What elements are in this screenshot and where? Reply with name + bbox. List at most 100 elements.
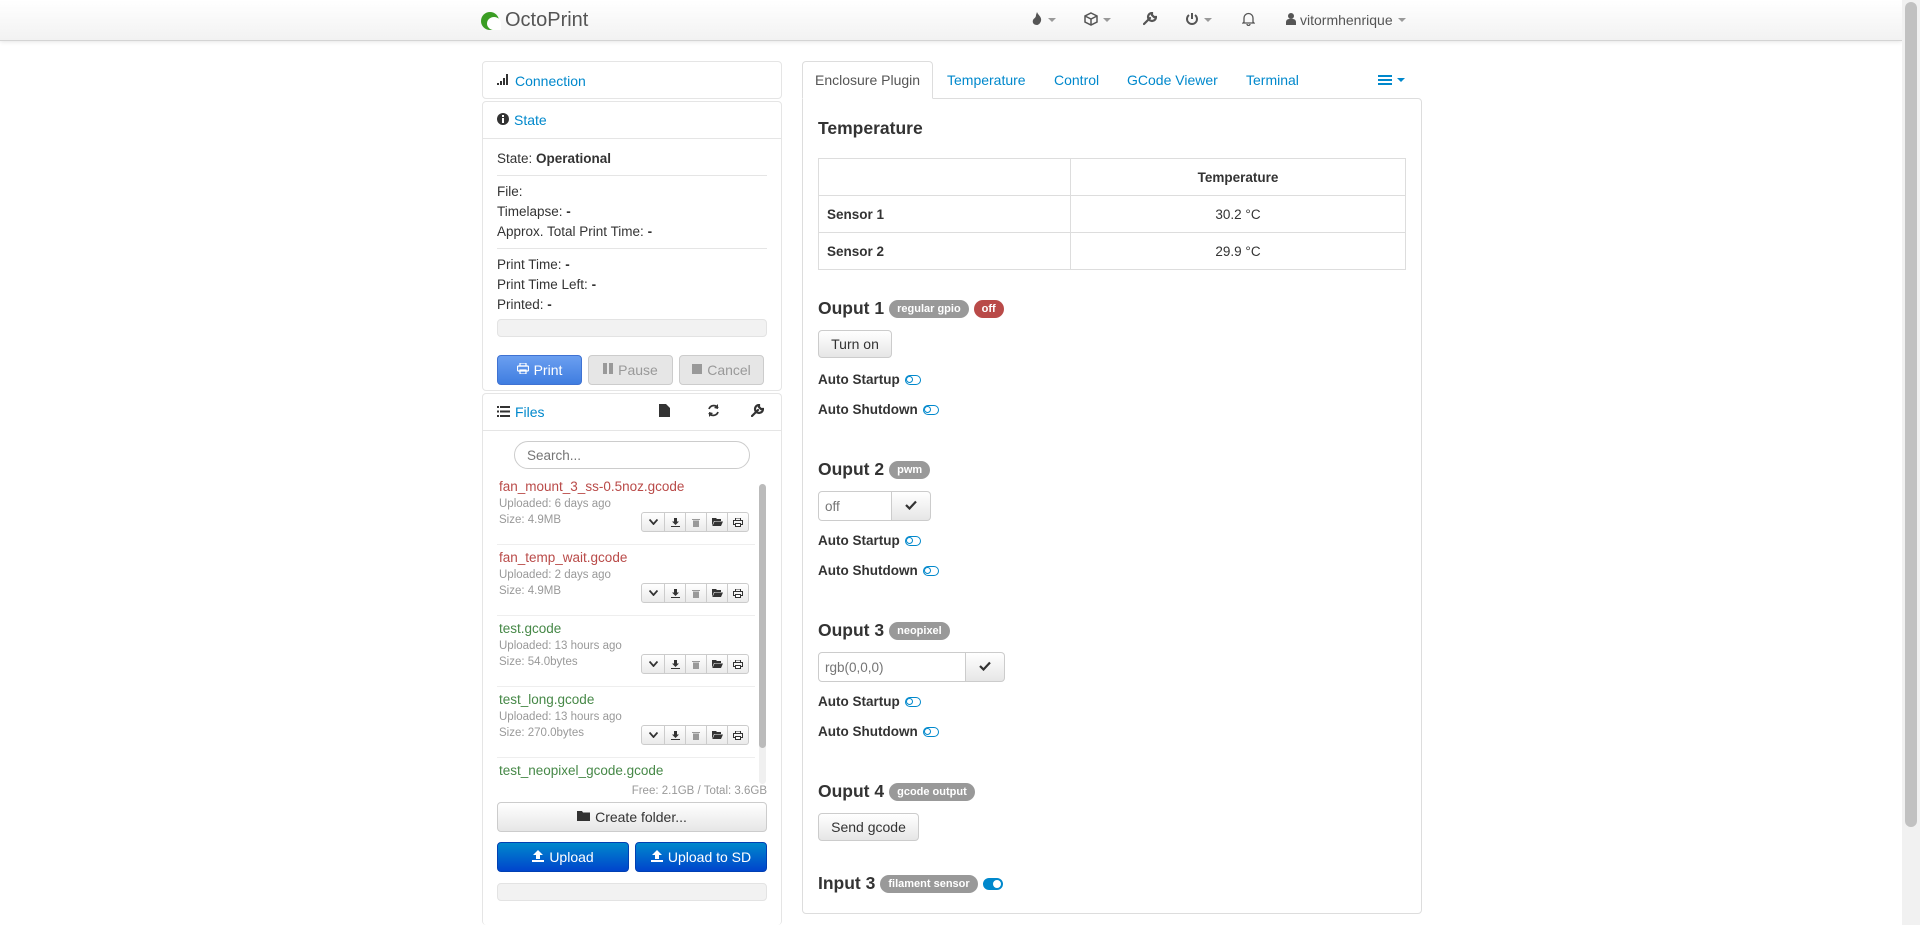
tab-enclosure-plugin[interactable]: Enclosure Plugin — [802, 61, 934, 99]
output-1-auto-startup: Auto Startup — [818, 372, 921, 387]
files-title[interactable]: Files — [515, 404, 545, 420]
trash-icon[interactable] — [685, 583, 707, 603]
download-icon[interactable] — [664, 725, 686, 745]
upload-sd-icon — [650, 849, 663, 865]
system-menu[interactable] — [1031, 10, 1056, 30]
send-gcode-button[interactable]: Send gcode — [818, 813, 919, 841]
page-scrollbar[interactable] — [1902, 0, 1920, 925]
brand[interactable]: OctoPrint — [481, 9, 588, 32]
output-2-label: Ouput 2 — [818, 459, 885, 479]
pause-button[interactable]: Pause — [588, 355, 673, 385]
print-button[interactable]: Print — [497, 355, 582, 385]
print-time-left-label: Print Time Left: — [497, 277, 588, 292]
list-item[interactable]: fan_temp_wait.gcode Uploaded: 2 days ago S… — [497, 545, 755, 616]
printer-icon[interactable] — [727, 725, 749, 745]
file-name[interactable]: test_long.gcode — [499, 691, 755, 709]
power-menu[interactable] — [1185, 10, 1212, 30]
files-settings-wrench-icon[interactable] — [750, 403, 765, 420]
neopixel-apply-button[interactable] — [966, 652, 1005, 682]
cube-icon — [1084, 11, 1098, 29]
sensor-name: Sensor 2 — [818, 232, 1071, 270]
chevron-down-icon[interactable] — [641, 512, 665, 532]
user-menu[interactable]: vitormhenrique — [1286, 10, 1406, 30]
files-search-input[interactable] — [514, 441, 750, 469]
chevron-down-icon[interactable] — [641, 654, 665, 674]
file-actions — [641, 583, 749, 603]
output-2-title: Ouput 2 pwm — [818, 459, 931, 480]
tab-control[interactable]: Control — [1054, 61, 1099, 99]
printer-icon[interactable] — [727, 583, 749, 603]
pause-icon — [603, 363, 614, 377]
file-name[interactable]: fan_temp_wait.gcode — [499, 549, 755, 567]
trash-icon[interactable] — [685, 725, 707, 745]
file-name[interactable]: fan_mount_3_ss-0.5noz.gcode — [499, 478, 755, 496]
file-uploaded: Uploaded: 13 hours ago — [499, 711, 622, 723]
file-name[interactable]: test_neopixel_gcode.gcode — [499, 762, 755, 780]
auto-startup-toggle-icon[interactable] — [904, 535, 921, 546]
signal-icon — [497, 73, 510, 88]
neopixel-input[interactable] — [818, 652, 966, 682]
auto-startup-toggle-icon[interactable] — [904, 696, 921, 707]
tab-temperature[interactable]: Temperature — [947, 61, 1026, 99]
plugin-menu[interactable] — [1084, 10, 1111, 30]
output-3-type-badge: neopixel — [889, 621, 950, 640]
print-time-value: - — [565, 257, 570, 272]
timelapse-label: Timelapse: — [497, 204, 563, 219]
chevron-down-icon[interactable] — [641, 725, 665, 745]
state-title[interactable]: State — [514, 112, 547, 128]
download-icon[interactable] — [664, 583, 686, 603]
user-icon — [1286, 12, 1296, 28]
tab-overflow-menu[interactable] — [1378, 61, 1405, 99]
filament-sensor-toggle-icon[interactable] — [982, 877, 1003, 890]
connection-panel: Connection — [482, 61, 782, 99]
connection-title[interactable]: Connection — [515, 73, 586, 89]
folder-open-icon[interactable] — [706, 654, 728, 674]
folder-open-icon[interactable] — [706, 583, 728, 603]
state-header[interactable]: State — [483, 102, 781, 139]
create-folder-button[interactable]: Create folder... — [497, 802, 767, 832]
cancel-button[interactable]: Cancel — [679, 355, 764, 385]
tab-terminal[interactable]: Terminal — [1246, 61, 1299, 99]
storage-info: Free: 2.1GB / Total: 3.6GB — [631, 785, 767, 797]
pwm-input[interactable] — [818, 491, 892, 521]
notifications-button[interactable] — [1241, 10, 1256, 30]
upload-button[interactable]: Upload — [497, 842, 629, 872]
new-file-icon[interactable] — [659, 404, 670, 420]
trash-icon[interactable] — [685, 512, 707, 532]
list-item[interactable]: test_neopixel_gcode.gcode — [497, 758, 755, 782]
tab-gcode-viewer[interactable]: GCode Viewer — [1127, 61, 1218, 99]
output-1-type-badge: regular gpio — [889, 299, 969, 318]
list-item[interactable]: fan_mount_3_ss-0.5noz.gcode Uploaded: 6 d… — [497, 474, 755, 545]
temperature-title: Temperature — [818, 118, 923, 138]
auto-startup-toggle-icon[interactable] — [904, 374, 921, 385]
file-name[interactable]: test.gcode — [499, 620, 755, 638]
list-item[interactable]: test.gcode Uploaded: 13 hours ago Size: 54… — [497, 616, 755, 687]
download-icon[interactable] — [664, 512, 686, 532]
folder-open-icon[interactable] — [706, 725, 728, 745]
table-row: Sensor 2 29.9 °C — [818, 232, 1406, 270]
printer-icon[interactable] — [727, 512, 749, 532]
turn-on-button[interactable]: Turn on — [818, 330, 892, 358]
enclosure-plugin-panel: Temperature Temperature Sensor 1 30.2 °C… — [802, 98, 1422, 914]
settings-button[interactable] — [1142, 10, 1158, 30]
auto-shutdown-toggle-icon[interactable] — [922, 404, 939, 415]
list-item[interactable]: test_long.gcode Uploaded: 13 hours ago Siz… — [497, 687, 755, 758]
state-label: State: — [497, 151, 533, 166]
refresh-icon[interactable] — [707, 404, 720, 420]
auto-shutdown-toggle-icon[interactable] — [922, 565, 939, 576]
print-label: Print — [533, 362, 563, 378]
auto-shutdown-toggle-icon[interactable] — [922, 726, 939, 737]
file-list-scrollbar[interactable] — [759, 484, 766, 784]
pwm-apply-button[interactable] — [892, 491, 931, 521]
connection-header[interactable]: Connection — [483, 62, 781, 99]
download-icon[interactable] — [664, 654, 686, 674]
printer-icon[interactable] — [727, 654, 749, 674]
auto-startup-label: Auto Startup — [818, 372, 900, 387]
approx-print-time-label: Approx. Total Print Time: — [497, 224, 644, 239]
chevron-down-icon[interactable] — [641, 583, 665, 603]
folder-open-icon[interactable] — [706, 512, 728, 532]
files-header[interactable]: Files — [483, 394, 781, 431]
upload-sd-button[interactable]: Upload to SD — [635, 842, 767, 872]
trash-icon[interactable] — [685, 654, 707, 674]
output-3-label: Ouput 3 — [818, 620, 885, 640]
